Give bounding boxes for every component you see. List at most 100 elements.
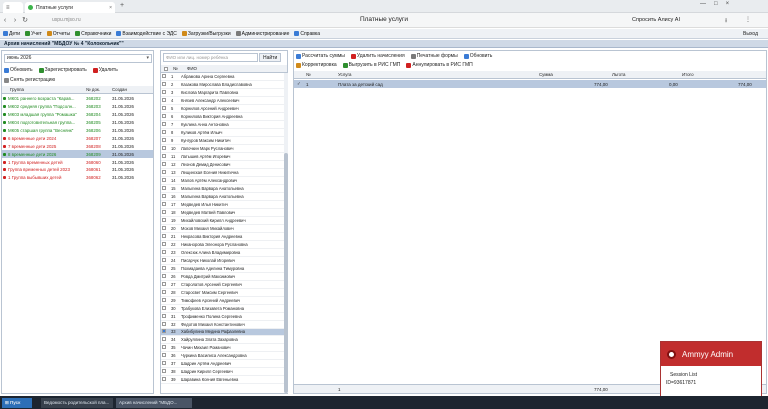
menu-item-3[interactable]: Справочники bbox=[75, 31, 111, 37]
child-checkbox[interactable] bbox=[162, 249, 166, 254]
child-row[interactable]: 36 Чуркина Василиса Александровна bbox=[161, 351, 284, 361]
child-row[interactable]: 6 Корнилова Виктория Андреевна bbox=[161, 112, 284, 122]
child-row[interactable]: 1 Абрамова Арина Сергеевна bbox=[161, 73, 284, 82]
col-created[interactable]: Создан bbox=[112, 87, 127, 92]
child-checkbox[interactable] bbox=[162, 201, 166, 206]
delete-accruals-button[interactable]: Удалить начисления bbox=[350, 53, 405, 59]
child-row[interactable]: 32 Федотов Михаил Константинович bbox=[161, 320, 284, 329]
menu-item-7[interactable]: Справка bbox=[294, 31, 320, 37]
child-row[interactable]: 24 Писарчук Николай Игоревич bbox=[161, 256, 284, 265]
col-doc-num[interactable]: № док. bbox=[86, 87, 100, 92]
child-checkbox[interactable] bbox=[162, 170, 166, 175]
child-row[interactable]: 11 Латышев Артём Игоревич bbox=[161, 152, 284, 162]
child-search-input[interactable]: ФИО или лиц. номер ребёнка bbox=[163, 53, 258, 62]
child-checkbox[interactable] bbox=[162, 194, 166, 199]
refresh-accruals-button[interactable]: Обновить bbox=[463, 53, 492, 59]
child-checkbox[interactable] bbox=[162, 106, 166, 111]
child-row[interactable]: 26 Ровда Дмитрий Максимович bbox=[161, 272, 284, 281]
cancel-registration-button[interactable]: Снять регистрацию bbox=[4, 77, 55, 83]
menu-item-5[interactable]: Загрузки/Выгрузки bbox=[181, 31, 231, 37]
child-row[interactable]: 15 Малыгина Варвара Анатольевна bbox=[161, 184, 284, 194]
child-checkbox[interactable] bbox=[162, 297, 166, 302]
children-scrollbar[interactable] bbox=[284, 73, 288, 393]
register-row[interactable]: МК03 младшая группа "Ромашка" 368204 31.05… bbox=[2, 111, 153, 119]
child-row[interactable]: 13 Лещинская Есения Никитична bbox=[161, 168, 284, 178]
child-row[interactable]: 31 Трофименко Полина Сергеевна bbox=[161, 312, 284, 321]
child-checkbox[interactable] bbox=[162, 186, 166, 191]
child-row[interactable]: 34 Хайруллина Злата Захаровна bbox=[161, 335, 284, 345]
menu-item-4[interactable]: Взаимодействие с ЭДС bbox=[116, 31, 177, 37]
menu-item-2[interactable]: Отчеты bbox=[46, 31, 70, 37]
child-row[interactable]: 22 Никанорова Элеонора Руслановна bbox=[161, 240, 284, 249]
menu-item-6[interactable]: Администрирование bbox=[235, 31, 289, 37]
child-checkbox[interactable] bbox=[162, 130, 166, 135]
select-all-checkbox[interactable] bbox=[164, 67, 168, 71]
accrual-row[interactable]: ✓ 1 Плата за детский сад 774,00 0,00 774… bbox=[294, 80, 766, 88]
child-row[interactable]: 38 Шадрин Кирилл Сергеевич bbox=[161, 367, 284, 377]
register-row[interactable]: МК01 раннего возраста "Карав... 368202 31.… bbox=[2, 95, 153, 103]
cancel-ris-button[interactable]: Аннулировать в РИС ГМП bbox=[406, 62, 473, 68]
child-row[interactable]: 33 Хабибулина Медина Рафаэлевна bbox=[161, 328, 284, 337]
child-checkbox[interactable] bbox=[162, 82, 166, 87]
register-row[interactable]: 1 Группа выбывших детей 368062 31.05.2026 bbox=[2, 174, 153, 182]
child-checkbox[interactable] bbox=[162, 74, 166, 79]
child-row[interactable]: 4 Князев Александр Алексеевич bbox=[161, 96, 284, 106]
child-row[interactable]: 12 Леонов Демид Денисович bbox=[161, 160, 284, 170]
register-row[interactable]: 1 Группа временных детей 368060 31.05.2026 bbox=[2, 158, 153, 166]
download-icon[interactable]: ⭳ bbox=[725, 16, 727, 26]
child-row[interactable]: 17 Медведев Илья Никитич bbox=[161, 200, 284, 209]
print-forms-button[interactable]: Печатные формы bbox=[410, 53, 458, 59]
child-row[interactable]: 8 Куликов Артём Ильич bbox=[161, 128, 284, 138]
child-checkbox[interactable] bbox=[162, 313, 166, 318]
register-button[interactable]: Зарегистрировать bbox=[38, 67, 87, 73]
child-checkbox[interactable] bbox=[162, 178, 166, 183]
exit-button[interactable]: Выход bbox=[743, 29, 758, 39]
child-row[interactable]: 18 Медведев Матвей Павлович bbox=[161, 208, 284, 217]
child-checkbox[interactable] bbox=[162, 122, 166, 127]
browser-tab-active[interactable]: Платные услуги × bbox=[25, 2, 115, 13]
start-button[interactable]: ⊞ Пуск bbox=[2, 397, 32, 408]
adjust-button[interactable]: Корректировка bbox=[296, 62, 337, 68]
ammyy-session-list[interactable]: Session List bbox=[670, 372, 697, 378]
register-row[interactable]: МК02 средняя группа "Подсолн... 368203 31.… bbox=[2, 103, 153, 111]
child-checkbox[interactable] bbox=[162, 98, 166, 103]
child-row[interactable]: 21 Некрасова Виктория Андреевна bbox=[161, 232, 284, 241]
child-row[interactable]: 5 Корнилов Арсений Андреевич bbox=[161, 104, 284, 114]
refresh-button[interactable]: Обновить bbox=[4, 67, 33, 73]
ask-alisa-button[interactable]: Спросить Алису AI bbox=[632, 15, 680, 25]
child-checkbox[interactable] bbox=[162, 257, 166, 262]
child-row[interactable]: 9 Кунгуров Максим Никитич bbox=[161, 136, 284, 146]
new-tab-icon[interactable]: + bbox=[120, 2, 124, 9]
child-checkbox[interactable] bbox=[162, 233, 166, 238]
child-row[interactable]: 37 Шадрин Артём Андреевич bbox=[161, 359, 284, 369]
register-row[interactable]: МК05 старшая группа "Веснянк" 368206 31.05… bbox=[2, 127, 153, 135]
child-row[interactable]: 29 Тимофеев Арсений Андреевич bbox=[161, 296, 284, 305]
menu-item-0[interactable]: Дети bbox=[3, 31, 20, 37]
child-checkbox[interactable] bbox=[162, 353, 166, 358]
child-checkbox[interactable] bbox=[162, 289, 166, 294]
child-checkbox[interactable] bbox=[162, 345, 166, 350]
browser-menu-tab[interactable]: ≡ bbox=[3, 2, 23, 13]
child-row[interactable]: 39 Шаравина Ксения Евгеньевна bbox=[161, 375, 284, 385]
register-row[interactable]: 8 временные дети 2026 368209 31.05.2026 bbox=[2, 150, 153, 159]
child-row[interactable]: 25 Похмадаева Аделина Тимуровна bbox=[161, 264, 284, 273]
child-row[interactable]: 3 Кислова Маргарита Павловна bbox=[161, 88, 284, 98]
export-ris-button[interactable]: Выгрузить в РИС ГМП bbox=[342, 62, 400, 68]
child-checkbox[interactable] bbox=[162, 154, 166, 159]
taskbar-item-2[interactable]: Архив начислений "МБДО... bbox=[116, 397, 192, 408]
child-row[interactable]: 2 Казакова Мирослава Владиславовна bbox=[161, 80, 284, 90]
child-checkbox[interactable] bbox=[162, 265, 166, 270]
menu-item-1[interactable]: Учет bbox=[25, 31, 42, 37]
calc-sums-button[interactable]: Рассчитать суммы bbox=[296, 53, 345, 59]
child-checkbox[interactable] bbox=[162, 209, 166, 214]
child-checkbox[interactable] bbox=[162, 281, 166, 286]
child-checkbox[interactable] bbox=[162, 138, 166, 143]
child-row[interactable]: 20 Мохов Михаил Михайлович bbox=[161, 224, 284, 233]
child-checkbox[interactable] bbox=[162, 273, 166, 278]
child-row[interactable]: 28 Старосвет Максим Сергеевич bbox=[161, 288, 284, 297]
tab-close-icon[interactable]: × bbox=[109, 5, 112, 11]
taskbar-item-1[interactable]: Ведомость родительской пла... bbox=[41, 397, 113, 408]
month-select[interactable]: июнь 2026 ▾ bbox=[4, 54, 152, 63]
delete-button[interactable]: Удалить bbox=[92, 67, 118, 73]
child-checkbox[interactable] bbox=[162, 329, 166, 334]
